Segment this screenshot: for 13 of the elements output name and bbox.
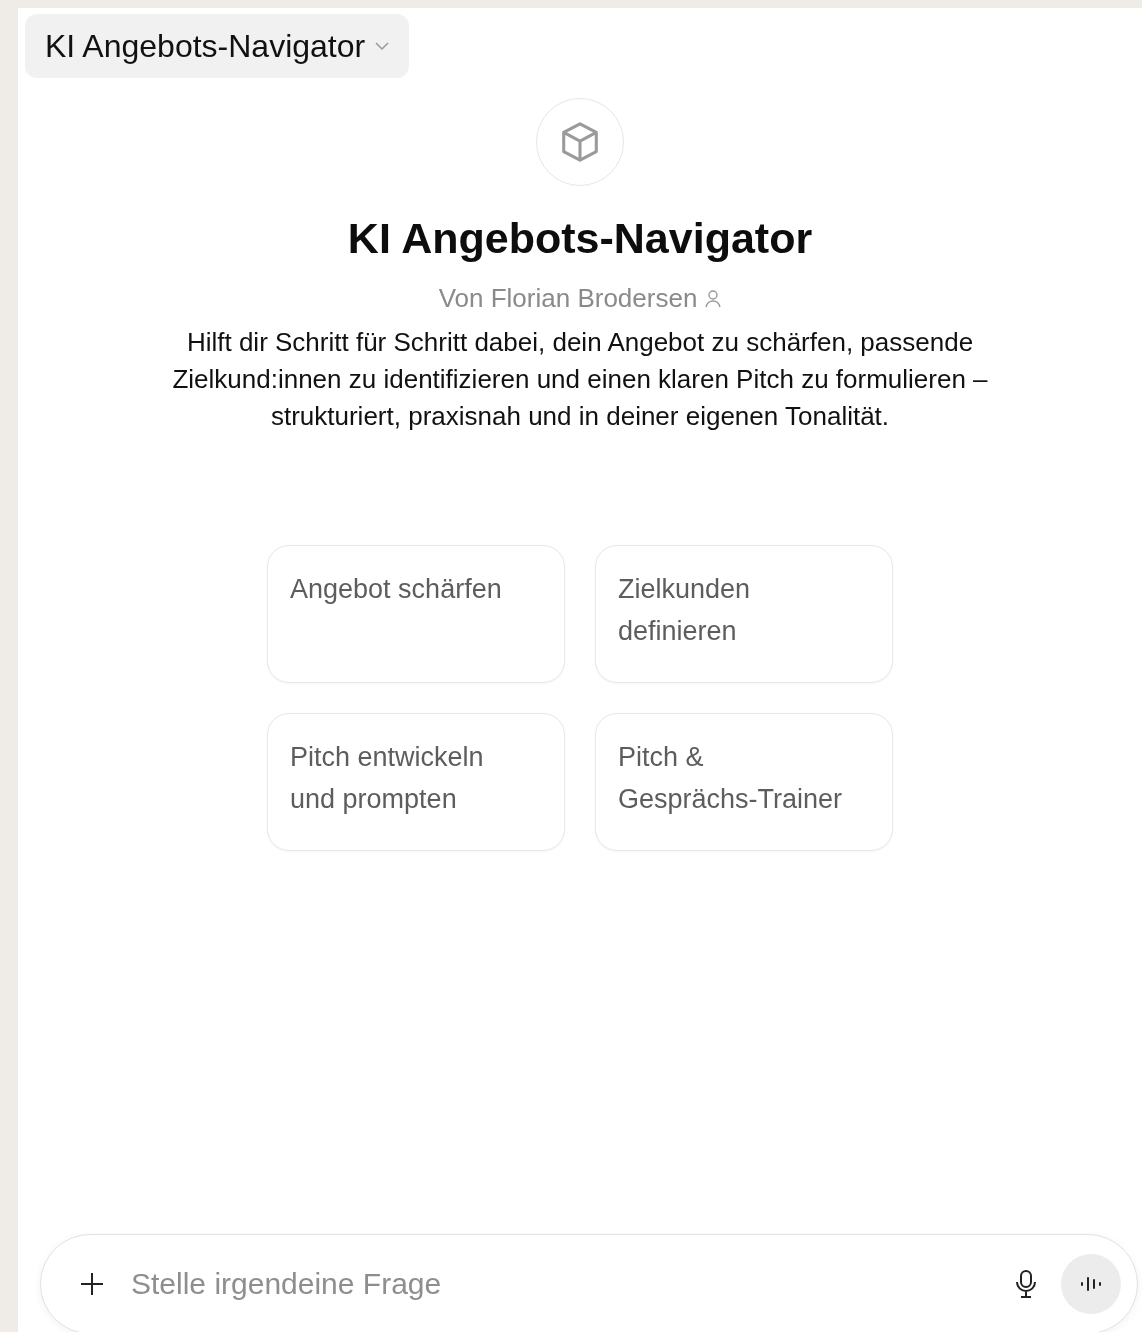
chevron-down-icon [375,41,390,51]
description-text: Hilft dir Schritt für Schritt dabei, dein Angebot zu schärfen, passende Zielkund:innen zu identifizieren und einen klaren Pitch zu formulieren – strukturiert, praxisnah und in deiner eigenen Tonalität. [171,326,989,433]
gpt-switcher-button[interactable]: KI Angebots-Navigator [25,14,410,78]
conversation-starter[interactable]: Pitch entwickeln und prompten [267,713,565,851]
conversation-starter[interactable]: Zielkunden definieren [595,545,893,683]
message-input[interactable]: Stelle irgendeine Frage [129,1266,991,1302]
conversation-starter[interactable]: Pitch & Gesprächs-Trainer [595,713,893,851]
gpt-title: KI Angebots-Navigator [347,214,813,263]
message-field[interactable]: Stelle irgendeine Frage [40,1234,1138,1332]
waveform-icon [1080,1275,1102,1293]
conversation-starter[interactable]: Angebot schärfen [267,545,565,683]
author-text: Von Florian Brodersen [438,283,698,314]
person-icon [705,289,722,308]
